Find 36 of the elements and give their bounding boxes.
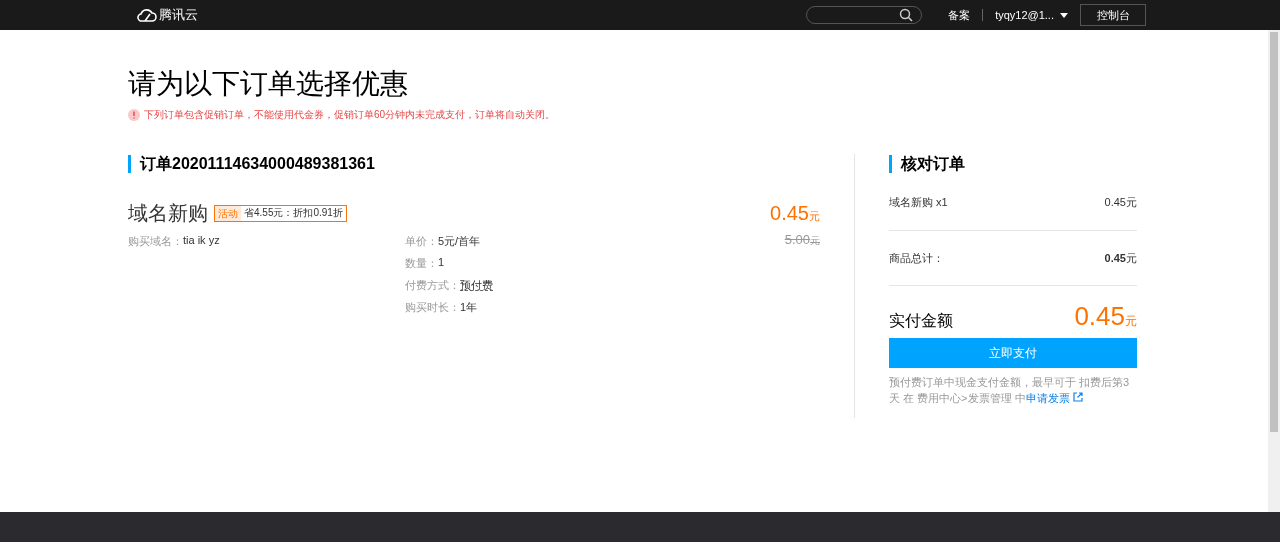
summary-value: 0.45元: [1104, 194, 1137, 210]
summary-title: 核对订单: [901, 153, 965, 174]
total-label: 实付金额: [889, 311, 953, 331]
price: 0.45元: [770, 201, 820, 225]
promo-badge: 活动 省4.55元：折扣0.91折: [214, 204, 347, 222]
external-link-icon[interactable]: [1072, 392, 1083, 402]
page-title: 请为以下订单选择优惠: [128, 67, 409, 101]
warning-text: 下列订单包含促销订单，不能使用代金券，促销订单60分钟内未完成支付，订单将自动关闭。: [144, 108, 556, 122]
detail-value: 5元/首年: [438, 234, 481, 247]
detail-label: 单价：: [405, 234, 438, 247]
invoice-link[interactable]: 申请发票: [1025, 392, 1083, 404]
summary-label: 域名新购 x1: [889, 194, 948, 210]
detail-value: 1: [438, 256, 445, 269]
detail-value: 1年: [460, 300, 478, 313]
user-menu[interactable]: tyqy12@1...: [995, 9, 1054, 21]
caret-icon[interactable]: [1060, 12, 1068, 18]
detail-label: 数量：: [405, 256, 438, 269]
logo-text: 腾讯云: [159, 6, 198, 24]
detail-label: 购买时长：: [405, 300, 460, 313]
invoice-note: 预付费订单中现金支付金额，最早可于 扣费后第3天 在 费用中心>发票管理 中申请发票: [889, 375, 1131, 406]
original-price: 5.00元: [784, 232, 820, 249]
detail-label: 购买域名：: [128, 234, 183, 247]
cloud-logo-icon: [137, 8, 157, 22]
total-amount: 0.45元: [1074, 301, 1137, 332]
detail-value: tia ik yz: [183, 234, 220, 247]
summary-label: 商品总计：: [889, 250, 944, 266]
nav-link[interactable]: 备案: [948, 7, 971, 23]
console-button[interactable]: 控制台: [1080, 4, 1146, 26]
detail-value: 预付费: [460, 278, 493, 291]
search-icon[interactable]: [899, 8, 914, 22]
summary-value: 0.45元: [1104, 250, 1137, 266]
order-number: 订单20201114634000489381361: [140, 153, 375, 174]
scrollbar-thumb[interactable]: [1270, 32, 1278, 432]
detail-label: 付费方式：: [405, 278, 460, 291]
product-name: 域名新购: [128, 200, 208, 226]
warning-icon: [128, 109, 140, 121]
